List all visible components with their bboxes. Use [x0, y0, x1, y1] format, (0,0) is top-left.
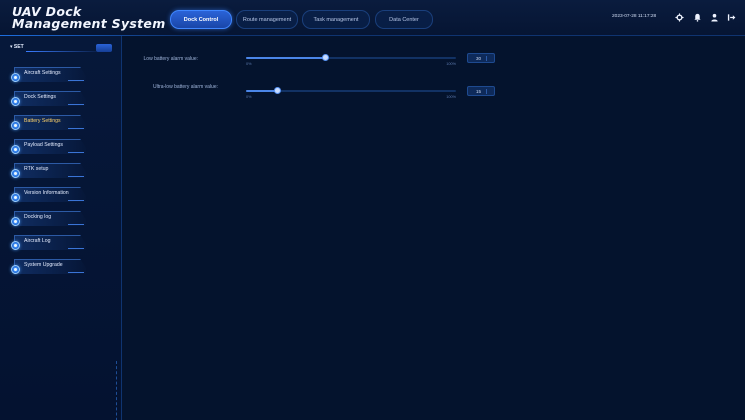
tab-data-center[interactable]: Data Center [375, 10, 433, 29]
sidebar-item-label: Docking log [24, 214, 52, 220]
sidebar-bullet-icon [11, 193, 20, 202]
sidebar-item-rtk-setup[interactable]: RTK setup [11, 163, 86, 178]
stepper-icon[interactable] [486, 89, 490, 94]
sidebar-item-dock-settings[interactable]: Dock Settings [11, 91, 86, 106]
low-battery-slider[interactable]: 0% 100% [246, 53, 456, 66]
slider-handle[interactable] [322, 54, 330, 61]
sidebar-bullet-icon [11, 121, 20, 130]
sidebar-item-label: Aircraft Log [24, 238, 51, 244]
sidebar-item-aircraft-log[interactable]: Aircraft Log [11, 235, 86, 250]
sidebar-item-version-information[interactable]: Version Information [11, 187, 86, 202]
gear-icon[interactable] [675, 13, 684, 22]
app-header: UAV Dock Management System Dock Control … [0, 0, 745, 36]
app-title: UAV Dock Management System [12, 4, 166, 31]
ultra-low-battery-slider[interactable]: 0% 100% [246, 86, 456, 99]
bell-icon[interactable] [693, 13, 702, 22]
sidebar-bullet-icon [11, 217, 20, 226]
sidebar-bullet-icon [11, 169, 20, 178]
tab-route-management[interactable]: Route management [236, 10, 298, 29]
slider-handle[interactable] [274, 87, 281, 94]
sidebar-item-label: Version Information [24, 190, 69, 196]
sidebar-item-label: Battery Settings [24, 118, 61, 124]
slider-fill [246, 90, 278, 92]
sidebar-collapse-button[interactable] [96, 44, 112, 52]
datetime-display: 2023-07-28 11:17:28 [612, 14, 657, 19]
ultra-low-battery-value-input[interactable]: 15 [467, 86, 495, 96]
sidebar-header: ▾ SET [4, 42, 114, 54]
slider-max-label: 100% [446, 62, 456, 66]
stepper-icon[interactable] [486, 56, 490, 61]
sidebar-item-label: Payload Settings [24, 142, 63, 148]
tab-task-management[interactable]: Task management [302, 10, 370, 29]
sidebar-item-label: RTK setup [24, 166, 49, 172]
slider-min-label: 0% [246, 62, 252, 66]
sidebar-item-system-upgrade[interactable]: System Upgrade [11, 259, 86, 274]
sidebar-item-label: Aircraft Settings [24, 70, 61, 76]
slider-max-label: 100% [446, 95, 456, 99]
sidebar: ▾ SET Aircraft Settings Dock Settings Ba… [0, 36, 122, 420]
slider-min-label: 0% [246, 95, 252, 99]
sidebar-bullet-icon [11, 241, 20, 250]
sidebar-item-label: System Upgrade [24, 262, 63, 268]
sidebar-item-aircraft-settings[interactable]: Aircraft Settings [11, 67, 86, 82]
slider-fill [246, 57, 326, 59]
sidebar-header-label: ▾ SET [10, 44, 24, 50]
sidebar-item-battery-settings[interactable]: Battery Settings [11, 115, 86, 130]
ultra-low-battery-label: Ultra-low battery alarm value: [152, 84, 218, 90]
logout-icon[interactable] [727, 13, 736, 22]
sidebar-item-label: Dock Settings [24, 94, 57, 100]
sidebar-bullet-icon [11, 97, 20, 106]
sidebar-edge-decoration [116, 361, 120, 420]
low-battery-value-input[interactable]: 30 [467, 53, 495, 63]
sidebar-item-payload-settings[interactable]: Payload Settings [11, 139, 86, 154]
sidebar-item-docking-log[interactable]: Docking log [11, 211, 86, 226]
sidebar-header-bar [26, 51, 96, 52]
user-icon[interactable] [710, 13, 719, 22]
low-battery-label: Low battery alarm value: [143, 56, 198, 62]
value-text: 15 [476, 89, 482, 94]
value-text: 30 [476, 56, 482, 61]
sidebar-bullet-icon [11, 145, 20, 154]
sidebar-bullet-icon [11, 265, 20, 274]
battery-settings-panel: Low battery alarm value: 0% 100% 30 Ultr… [122, 36, 745, 420]
tab-dock-control[interactable]: Dock Control [170, 10, 232, 29]
sidebar-bullet-icon [11, 73, 20, 82]
